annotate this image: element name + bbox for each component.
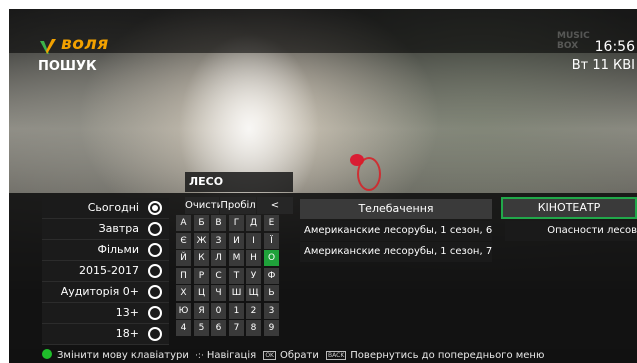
hint-change-language: Змінити мову клавіатури	[57, 350, 189, 361]
radio-icon	[148, 222, 162, 236]
keyboard-key[interactable]: М	[229, 250, 244, 266]
keyboard-key[interactable]: Ш	[229, 285, 244, 301]
filter-item[interactable]: 2015-2017	[42, 261, 169, 282]
keyboard-key[interactable]: 2	[246, 303, 261, 319]
keyboard-key[interactable]: 1	[229, 303, 244, 319]
keyboard-key[interactable]: Г	[229, 215, 244, 231]
keyboard-key[interactable]: У	[246, 268, 261, 284]
back-key-icon: BACK	[326, 351, 347, 360]
keyboard-key[interactable]: П	[176, 268, 191, 284]
green-button-icon	[42, 349, 52, 359]
cinema-result-item[interactable]: Опасности лесов	[505, 221, 637, 241]
keyboard-key[interactable]: Ь	[264, 285, 279, 301]
photo-earring	[357, 157, 381, 191]
page-title: ПОШУК	[38, 59, 97, 74]
cinema-results-header[interactable]: КІНОТЕАТР	[501, 197, 637, 219]
keyboard-key[interactable]: К	[194, 250, 209, 266]
radio-icon	[148, 327, 162, 341]
search-field[interactable]: ЛЕСО	[185, 172, 293, 192]
keyboard-key[interactable]: А	[176, 215, 191, 231]
navigation-arrows-icon: ·:·	[195, 351, 204, 361]
filter-label: Фільми	[97, 243, 140, 256]
space-key[interactable]: Пробіл	[220, 197, 256, 214]
keyboard-key[interactable]: Д	[246, 215, 261, 231]
keyboard-key[interactable]: Л	[211, 250, 226, 266]
keyboard-key[interactable]: Н	[246, 250, 261, 266]
filter-label: Сьогодні	[87, 201, 139, 214]
filter-label: 13+	[115, 306, 139, 319]
keyboard-key[interactable]: Щ	[246, 285, 261, 301]
filter-item[interactable]: Завтра	[42, 219, 169, 240]
filter-item[interactable]: 13+	[42, 303, 169, 324]
tv-result-item[interactable]: Американские лесорубы, 1 сезон, 7...	[300, 242, 492, 262]
keyboard-key[interactable]: И	[229, 233, 244, 249]
hint-select: Обрати	[280, 350, 319, 361]
date: Вт 11 КВІ	[571, 58, 635, 73]
keyboard-key[interactable]: 8	[246, 320, 261, 336]
keyboard-key[interactable]: Е	[264, 215, 279, 231]
keyboard-key[interactable]: Є	[176, 233, 191, 249]
radio-icon	[148, 264, 162, 278]
radio-icon	[148, 285, 162, 299]
keyboard-key[interactable]: Я	[194, 303, 209, 319]
tv-results-header[interactable]: Телебачення	[300, 199, 492, 219]
keyboard-key[interactable]: З	[211, 233, 226, 249]
keyboard-key[interactable]: 5	[194, 320, 209, 336]
filter-label: 18+	[115, 327, 139, 340]
keyboard-key[interactable]: Ї	[264, 233, 279, 249]
keyboard-key[interactable]: Ц	[194, 285, 209, 301]
keyboard-key[interactable]: Р	[194, 268, 209, 284]
keyboard-key[interactable]: 4	[176, 320, 191, 336]
keyboard-key[interactable]: Ф	[264, 268, 279, 284]
backspace-key[interactable]: <	[257, 197, 293, 214]
filter-item[interactable]: 18+	[42, 324, 169, 345]
keyboard-key[interactable]: Б	[194, 215, 209, 231]
filter-item[interactable]: Фільми	[42, 240, 169, 261]
filter-item[interactable]: Аудиторія 0+	[42, 282, 169, 303]
keyboard-key[interactable]: 3	[264, 303, 279, 319]
footer-hints: Змінити мову клавіатури ·:· Навігація OK О…	[9, 349, 637, 363]
radio-icon	[148, 306, 162, 320]
brand-logo-icon	[40, 39, 56, 54]
keyboard-key[interactable]: 9	[264, 320, 279, 336]
filter-label: Завтра	[98, 222, 139, 235]
tv-screen: воля ПОШУК MUSIC BOX 16:56 Вт 11 КВІ ЛЕС…	[9, 9, 637, 363]
keyboard-key[interactable]: Т	[229, 268, 244, 284]
keyboard-key[interactable]: Ч	[211, 285, 226, 301]
keyboard-key[interactable]: Х	[176, 285, 191, 301]
clock: 16:56	[594, 39, 635, 55]
keyboard-key[interactable]: Ж	[194, 233, 209, 249]
keyboard-key[interactable]: Й	[176, 250, 191, 266]
keyboard-key[interactable]: О	[264, 250, 279, 266]
keyboard-key[interactable]: Ю	[176, 303, 191, 319]
radio-icon	[148, 243, 162, 257]
keyboard-key[interactable]: І	[246, 233, 261, 249]
hint-navigation: Навігація	[206, 350, 257, 361]
ok-key-icon: OK	[263, 351, 276, 360]
keyboard-key[interactable]: 6	[211, 320, 226, 336]
filter-label: 2015-2017	[79, 264, 139, 277]
keyboard-key[interactable]: В	[211, 215, 226, 231]
clear-key[interactable]: Очисти	[185, 197, 223, 214]
tv-result-item[interactable]: Американские лесорубы, 1 сезон, 6...	[300, 221, 492, 241]
radio-icon	[148, 201, 162, 215]
hint-back: Повернутись до попереднього меню	[350, 350, 545, 361]
brand-name: воля	[61, 34, 109, 54]
keyboard-key[interactable]: С	[211, 268, 226, 284]
filter-label: Аудиторія 0+	[60, 285, 139, 298]
keyboard-key[interactable]: 7	[229, 320, 244, 336]
keyboard-key[interactable]: 0	[211, 303, 226, 319]
filter-item[interactable]: Сьогодні	[42, 198, 169, 219]
